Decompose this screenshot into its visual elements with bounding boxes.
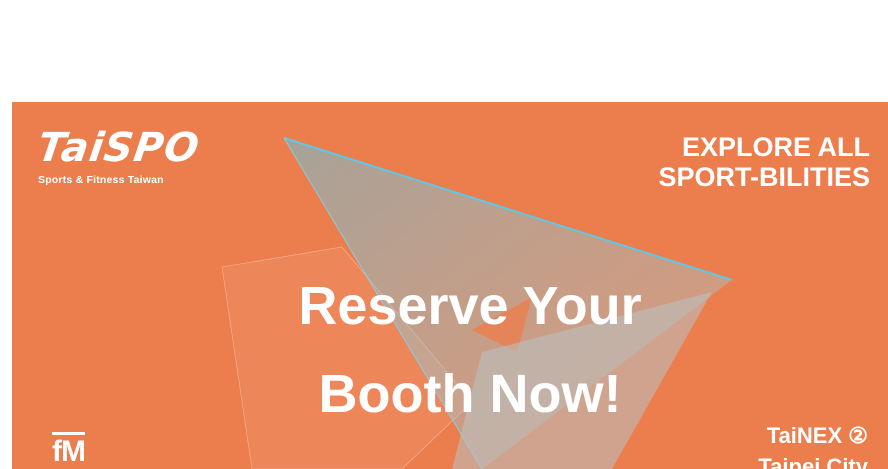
logo-wordmark: TaiSPO [34,125,203,171]
tagline-line-1: EXPLORE ALL [681,132,870,162]
promo-banner[interactable]: TaiSPO Sports & Fitness Taiwan EXPLORE A… [12,102,888,469]
partner-logo: fM [52,432,86,469]
taispo-logo[interactable]: TaiSPO Sports & Fitness Taiwan [35,125,203,186]
venue-line-1: TaiNEX ② [766,423,868,448]
cta-line-2: Booth Now! [318,364,622,424]
logo-subtitle: Sports & Fitness Taiwan [38,174,164,186]
tagline-line-2: SPORT-BILITIES [658,162,870,192]
reserve-booth-headline[interactable]: Reserve Your Booth Now! [250,262,690,438]
cta-line-1: Reserve Your [298,276,642,336]
tagline: EXPLORE ALL SPORT-BILITIES [658,132,870,192]
venue-line-2: Taipei City [758,454,868,469]
venue-info: TaiNEX ② Taipei City [758,420,868,469]
